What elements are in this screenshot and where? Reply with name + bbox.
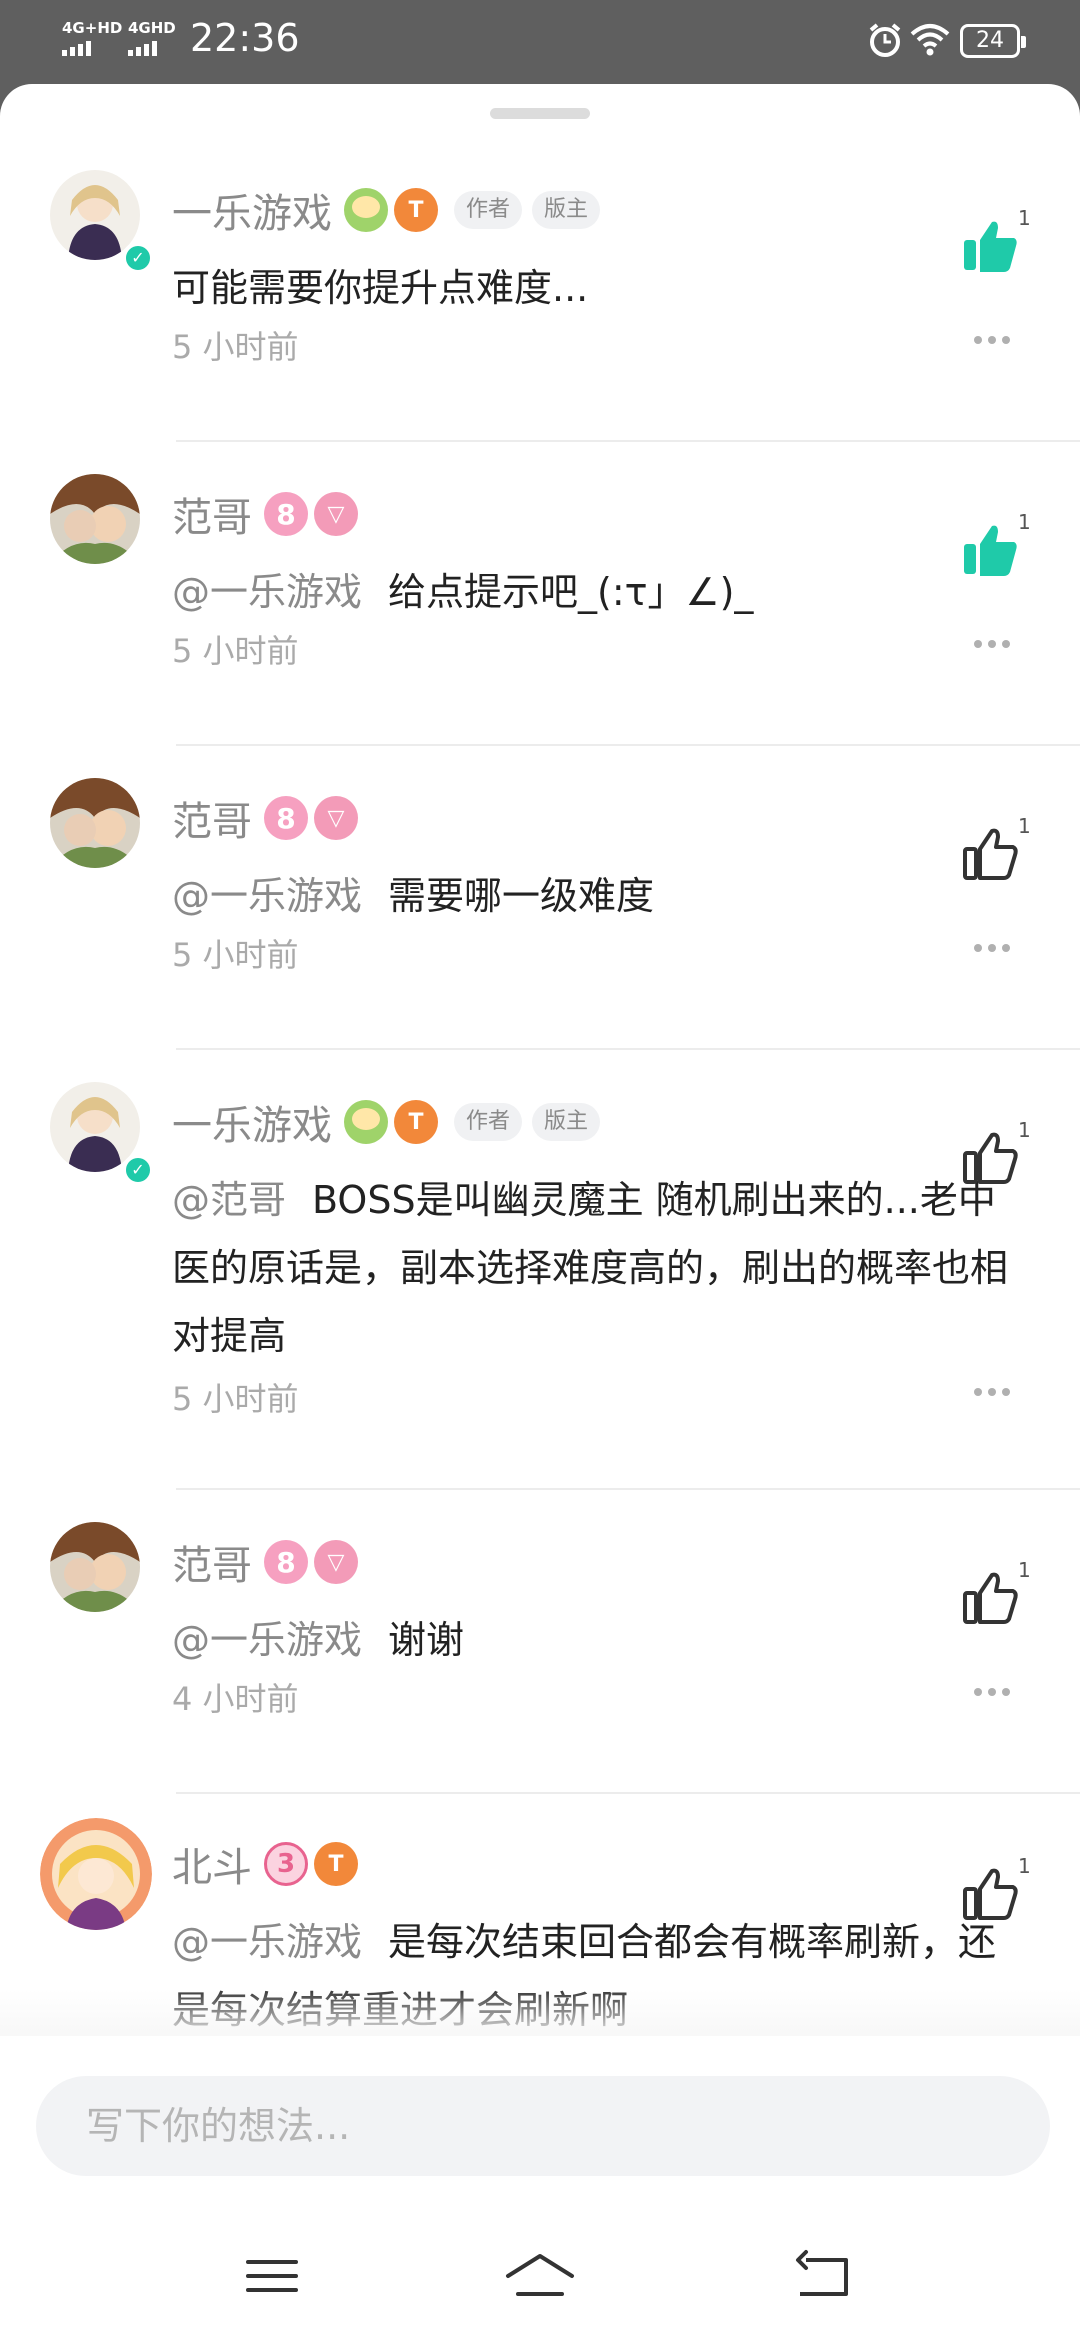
timestamp: 5 小时前 — [172, 328, 299, 366]
level-badge-icon: T — [314, 1842, 358, 1886]
author-row: 北斗 3 T — [172, 1836, 364, 1892]
timestamp: 4 小时前 — [172, 1680, 299, 1718]
author-tag: 作者 — [454, 1103, 523, 1141]
divider — [176, 744, 1080, 746]
mention[interactable]: @范哥 — [172, 1178, 286, 1222]
thumbs-up-icon[interactable] — [960, 520, 1020, 580]
username[interactable]: 范哥 — [172, 1533, 252, 1591]
timestamp: 5 小时前 — [172, 632, 299, 670]
mention[interactable]: @一乐游戏 — [172, 1920, 362, 1964]
network-label-1: 4G+HD — [62, 19, 123, 37]
level-badge-icon: 8 — [264, 492, 308, 536]
signal-2: 4GHD — [128, 20, 176, 56]
more-dots-icon[interactable] — [974, 640, 1010, 650]
clock: 22:36 — [190, 16, 300, 60]
thumbs-up-icon[interactable] — [960, 1864, 1020, 1924]
signal-bars-icon — [62, 40, 122, 56]
like-count: 1 — [1018, 206, 1031, 230]
comment-input[interactable]: 写下你的想法... — [36, 2076, 1050, 2176]
level-badge-icon: T — [394, 188, 438, 232]
avatar[interactable] — [40, 1818, 152, 1930]
comment-input-area: 写下你的想法... — [0, 2036, 1080, 2340]
comment-text: @范哥 BOSS是叫幽灵魔主 随机刷出来的...老中医的原话是，副本选择难度高的，… — [172, 1178, 1009, 1358]
scroll-fade — [0, 1990, 1080, 2040]
author-row: 一乐游戏 T 作者 版主 — [172, 181, 601, 239]
divider — [176, 440, 1080, 442]
network-label-2: 4GHD — [128, 19, 176, 37]
alarm-icon — [869, 23, 901, 57]
moderator-tag: 版主 — [532, 191, 601, 229]
like-count: 1 — [1018, 814, 1031, 838]
author-row: 范哥 8 ▽ — [172, 790, 364, 846]
more-dots-icon[interactable] — [974, 336, 1010, 346]
like-count: 1 — [1018, 1118, 1031, 1142]
back-icon[interactable] — [792, 2246, 852, 2306]
mention[interactable]: @一乐游戏 — [172, 570, 362, 614]
username[interactable]: 北斗 — [172, 1835, 252, 1893]
timestamp: 5 小时前 — [172, 1380, 299, 1418]
username[interactable]: 范哥 — [172, 789, 252, 847]
status-bar: 4G+HD 4GHD 22:36 24 — [0, 0, 1080, 84]
divider — [176, 1792, 1080, 1794]
comment-text: 可能需要你提升点难度... — [172, 266, 589, 310]
like-count: 1 — [1018, 510, 1031, 534]
verified-icon: ✓ — [122, 1154, 154, 1186]
like-count: 1 — [1018, 1854, 1031, 1878]
battery-indicator: 24 — [960, 24, 1026, 58]
menu-icon[interactable] — [242, 2246, 302, 2306]
level-badge-icon: 8 — [264, 796, 308, 840]
vip-badge-icon: ▽ — [314, 492, 358, 536]
drag-handle[interactable] — [490, 108, 590, 119]
username[interactable]: 范哥 — [172, 485, 252, 543]
avatar[interactable] — [50, 778, 140, 868]
avatar[interactable] — [50, 1522, 140, 1612]
avatar[interactable] — [50, 474, 140, 564]
avatar-badge-icon — [344, 188, 388, 232]
author-row: 范哥 8 ▽ — [172, 1534, 364, 1590]
thumbs-up-icon[interactable] — [960, 824, 1020, 884]
avatar-badge-icon — [344, 1100, 388, 1144]
vip-badge-icon: ▽ — [314, 796, 358, 840]
author-row: 范哥 8 ▽ — [172, 486, 364, 542]
more-dots-icon[interactable] — [974, 944, 1010, 954]
signal-1: 4G+HD — [62, 20, 122, 56]
more-dots-icon[interactable] — [974, 1688, 1010, 1698]
signal-bars-icon — [128, 40, 176, 56]
comment-text: @一乐游戏 给点提示吧_(:τ」∠)_ — [172, 570, 754, 614]
moderator-tag: 版主 — [532, 1103, 601, 1141]
mention[interactable]: @一乐游戏 — [172, 1618, 362, 1662]
mention[interactable]: @一乐游戏 — [172, 874, 362, 918]
level-badge-icon: T — [394, 1100, 438, 1144]
verified-icon: ✓ — [122, 242, 154, 274]
divider — [176, 1488, 1080, 1490]
timestamp: 5 小时前 — [172, 936, 299, 974]
comment-text: @一乐游戏 谢谢 — [172, 1618, 465, 1662]
thumbs-up-icon[interactable] — [960, 216, 1020, 276]
author-row: 一乐游戏 T 作者 版主 — [172, 1093, 601, 1151]
wifi-icon — [910, 24, 950, 56]
username[interactable]: 一乐游戏 — [172, 181, 332, 239]
level-badge-icon: 8 — [264, 1540, 308, 1584]
divider — [176, 1048, 1080, 1050]
thumbs-up-icon[interactable] — [960, 1128, 1020, 1188]
level-badge-icon: 3 — [264, 1842, 308, 1886]
comment-text: @一乐游戏 需要哪一级难度 — [172, 874, 655, 918]
like-count: 1 — [1018, 1558, 1031, 1582]
username[interactable]: 一乐游戏 — [172, 1093, 332, 1151]
author-tag: 作者 — [454, 191, 523, 229]
home-icon[interactable] — [504, 2246, 576, 2306]
more-dots-icon[interactable] — [974, 1388, 1010, 1398]
thumbs-up-icon[interactable] — [960, 1568, 1020, 1628]
vip-badge-icon: ▽ — [314, 1540, 358, 1584]
